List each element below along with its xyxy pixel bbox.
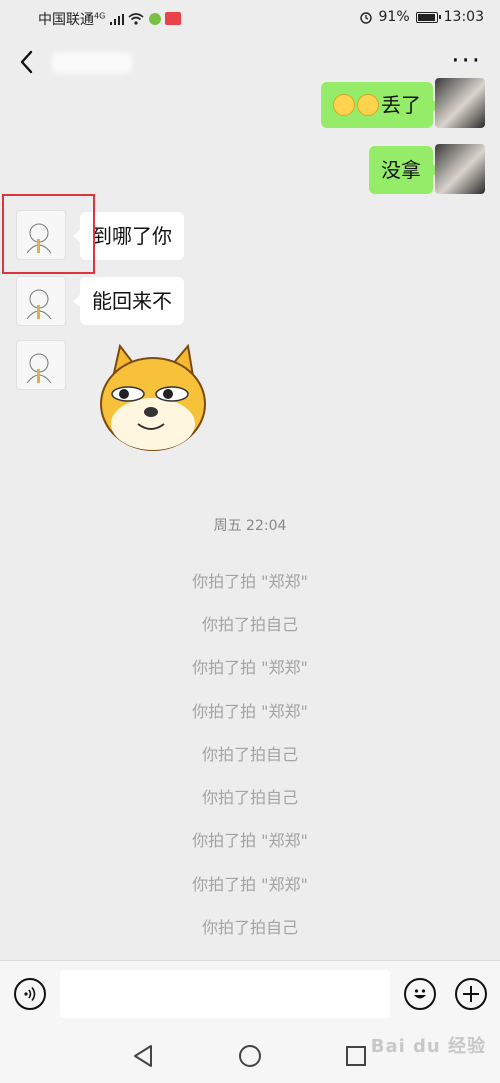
message-text: 能回来不 [92,289,172,313]
my-avatar[interactable] [435,78,485,128]
network-type: 4G [94,11,106,21]
square-recents-icon[interactable] [343,1043,369,1069]
voice-icon[interactable] [14,978,46,1010]
pat-system-message: 你拍了拍自己 [201,788,298,807]
pat-system-message: 你拍了拍自己 [201,615,298,634]
message-text: 丢了 [381,93,421,117]
pat-system-message: 你拍了拍 "郑郑" [192,658,308,677]
battery-icon [415,11,441,23]
message-text: 没拿 [381,158,421,182]
pat-system-message: 你拍了拍 "郑郑" [192,875,308,894]
circle-home-icon[interactable] [237,1043,263,1069]
message-text: 到哪了你 [92,224,172,248]
contact-name-blurred [52,52,132,74]
contact-avatar[interactable] [16,340,66,390]
battery-percent: 91% [378,9,410,25]
clock-time: 13:03 [443,9,484,25]
smiley-emoji-icon [333,93,355,116]
message-bubble-incoming[interactable]: 能回来不 [73,277,184,325]
app-notification-icon [148,13,161,25]
plus-glyph [463,986,479,1002]
chevron-left-icon[interactable] [14,48,42,76]
message-bubble-incoming[interactable]: 到哪了你 [73,212,184,260]
baidu-watermark: Bai du 经验 [370,1036,486,1057]
more-dots-icon[interactable]: ··· [451,48,482,74]
pat-system-message: 你拍了拍 "郑郑" [192,702,308,721]
message-bubble-outgoing[interactable]: 丢了 [321,82,440,128]
smiley-face-glyph [414,989,426,999]
doge-dog-sticker[interactable] [98,342,208,454]
pat-system-message: 你拍了拍自己 [201,745,298,764]
alarm-icon [359,12,372,24]
pat-system-message: 你拍了拍 "郑郑" [192,572,308,591]
signal-icon [109,14,124,25]
message-input[interactable] [60,970,390,1018]
sketch-avatar-icon [26,353,52,384]
chat-timestamp: 周五 22:04 [213,518,287,534]
triangle-back-icon[interactable] [130,1043,156,1069]
highlight-box [2,194,95,274]
pat-system-message: 你拍了拍自己 [201,918,298,937]
contact-avatar[interactable] [16,276,66,326]
smiley-icon[interactable] [404,978,436,1010]
sketch-avatar-icon [26,289,52,320]
carrier-name: 中国联通 [38,12,94,28]
voice-waves-icon [24,987,36,1001]
status-right: 91% 13:03 [359,9,484,25]
pat-system-message: 你拍了拍 "郑郑" [192,831,308,850]
message-bubble-outgoing[interactable]: 没拿 [369,146,440,194]
carrier-label: 中国联通4G [38,9,182,29]
plus-icon[interactable] [455,978,487,1010]
app-notification-icon-2 [165,12,182,25]
my-avatar[interactable] [435,144,485,194]
wifi-icon [128,13,144,25]
smiley-emoji-icon [357,93,379,116]
